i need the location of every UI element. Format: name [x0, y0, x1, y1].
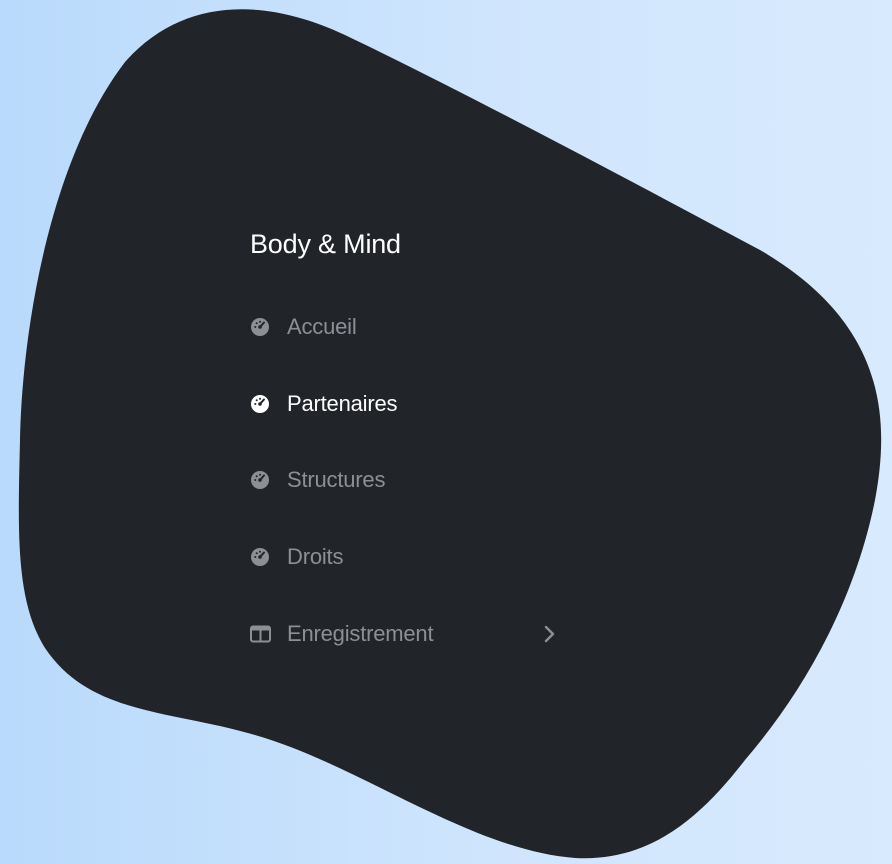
- dashboard-gauge-icon: [250, 393, 272, 415]
- chevron-right-icon[interactable]: [542, 623, 558, 645]
- sidebar-item-label: Enregistrement: [287, 621, 434, 646]
- brand-title: Body & Mind: [250, 229, 401, 259]
- sidebar-item-structures[interactable]: Structures: [250, 460, 570, 500]
- sidebar-item-enregistrement[interactable]: Enregistrement: [250, 614, 570, 654]
- sidebar-item-droits[interactable]: Droits: [250, 537, 570, 577]
- sidebar-item-partenaires[interactable]: Partenaires: [250, 384, 570, 424]
- sidebar-item-label: Droits: [287, 544, 344, 569]
- sidebar-item-accueil[interactable]: Accueil: [250, 307, 570, 347]
- sidebar-item-label: Structures: [287, 467, 386, 492]
- background-blob-shape: [18, 9, 882, 859]
- sidebar-item-label: Accueil: [287, 314, 357, 339]
- dashboard-gauge-icon: [250, 316, 272, 338]
- sidebar-navigation: Body & Mind Accueil Partenaires Structur…: [250, 225, 570, 646]
- dashboard-gauge-icon: [250, 546, 272, 568]
- columns-icon: [250, 623, 272, 645]
- sidebar-item-label: Partenaires: [287, 391, 398, 416]
- dashboard-gauge-icon: [250, 469, 272, 491]
